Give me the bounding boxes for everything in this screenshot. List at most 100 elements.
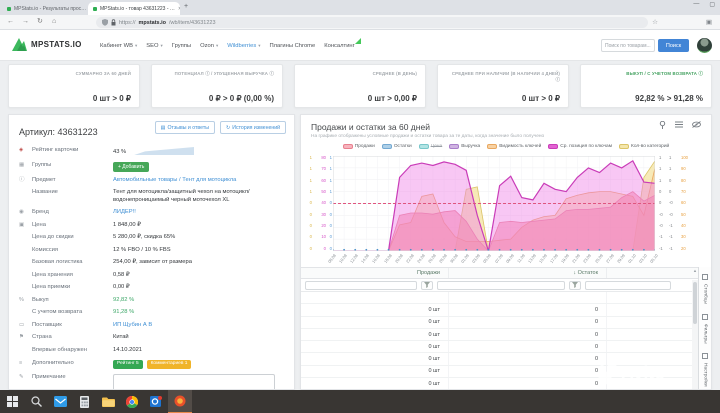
nav-item-1[interactable]: SEO ▾ [146, 43, 163, 49]
legend-label: Ср. позиция по ключам [560, 144, 613, 149]
browser-tab-results[interactable]: MPStats.io - Результаты прос… ✕ [2, 2, 86, 15]
axis-tick: 0 [329, 234, 332, 240]
new-tab-button[interactable]: + [184, 3, 188, 10]
column-header-1[interactable]: ↓ Остаток [449, 268, 607, 278]
maximize-icon[interactable]: ▢ [709, 1, 715, 8]
mail-taskbar-icon[interactable] [48, 390, 72, 413]
attr-row-0: ◈ Рейтинг карточки 43 % [9, 144, 294, 159]
tab-close-icon[interactable]: ✕ [178, 6, 180, 12]
note-textarea[interactable] [113, 373, 275, 389]
extension-icon[interactable]: ▣ [706, 18, 712, 26]
start-taskbar-icon[interactable] [0, 390, 24, 413]
attr-value [113, 373, 284, 389]
table-row: 0 шт 0 [301, 316, 699, 329]
nav-item-5[interactable]: Плагины Chrome [270, 43, 316, 49]
pin-icon[interactable] [659, 121, 666, 129]
forward-icon[interactable]: → [22, 18, 29, 25]
product-search-input[interactable]: Поиск по товарам... [601, 39, 655, 52]
attr-value: 0,00 ₽ [113, 284, 130, 291]
chrome-taskbar-icon[interactable] [120, 390, 144, 413]
article-title: Артикул: 43631223 [19, 127, 98, 137]
attr-label: Впервые обнаружен [32, 346, 87, 353]
attr-value[interactable]: ИП Щубин А В [113, 322, 284, 330]
filter-input-2[interactable] [585, 280, 671, 290]
avatar[interactable] [697, 38, 712, 53]
filter-input-1[interactable] [437, 280, 565, 290]
axis-tick: 90 [681, 166, 686, 172]
axis-tick: 40 [681, 223, 686, 229]
screen: MPStats.io - Результаты прос… ✕ MPStats.… [0, 0, 720, 413]
eye-off-icon[interactable] [692, 121, 701, 128]
address-bar[interactable]: https://mpstats.io/wb/item/43631223 [96, 17, 648, 28]
table-cell: 0 шт [301, 341, 449, 353]
attr-row-15: Впервые обнаружен 14.10.2021 [9, 344, 294, 357]
legend-item-1[interactable]: Остатки [381, 144, 412, 149]
history-button[interactable]: ↻ История изменений [219, 121, 286, 134]
item-attributes: ◈ Рейтинг карточки 43 % ▦ Группы + Добавить ⓘ П… [9, 144, 294, 389]
table-cell: 0 [449, 328, 607, 341]
tab-title: MPStats.io - товар 43631223 - … [100, 5, 175, 12]
nav-item-3[interactable]: Ozon ▾ [200, 43, 218, 49]
legend-item-5[interactable]: Ср. позиция по ключам [548, 144, 612, 149]
legend-label: Остатки [393, 144, 412, 149]
mpstats-logo[interactable]: MPSTATS.IO [12, 38, 82, 51]
search-taskbar-icon[interactable] [24, 390, 48, 413]
summary-card-0: СУММАРНО ЗА 60 ДНЕЙ 0 шт > 0 ₽ [8, 64, 140, 108]
attr-row-14: ⚑ Страна Китай [9, 331, 294, 344]
side-tab-2[interactable]: Настройки [702, 353, 708, 387]
taskbar [0, 390, 720, 413]
axis-tick: 0 [329, 245, 332, 251]
reviews-button[interactable]: ▤ Отзывы и ответы [154, 121, 215, 134]
axis-tick: 0 [309, 211, 312, 217]
attr-value: 1 848,00 ₽ [113, 221, 141, 228]
legend-item-4[interactable]: Видимость ключей [487, 144, 541, 149]
attr-label: Базовая логистика [32, 259, 83, 266]
attr-value[interactable]: ЛИДЕР!! [113, 209, 284, 217]
nav-item-label: Плагины Chrome [269, 42, 316, 49]
bookmark-star-icon[interactable]: ☆ [652, 18, 658, 26]
column-header-0[interactable]: Продажи [301, 268, 449, 278]
legend-item-3[interactable]: Выручка [449, 144, 480, 149]
column-header-2[interactable] [607, 268, 699, 278]
filter-funnel-icon[interactable] [569, 280, 581, 290]
card-label: СРЕДНЕЕ ПРИ НАЛИЧИИ (В НАЛИЧИИ 4 ДНЕЙ) ⓘ [451, 71, 560, 82]
attr-value[interactable]: Автомобильные товары / Тент для мотоцикл… [113, 177, 284, 185]
attr-value: 43 % [113, 147, 284, 157]
home-icon[interactable]: ⌂ [52, 18, 56, 25]
rating-icon: ◈ [19, 147, 24, 153]
legend-item-6[interactable]: Кол-во категорий [619, 144, 669, 149]
nav-item-4[interactable]: Wildberries ▾ [227, 43, 260, 49]
nav-item-6[interactable]: Консалтинг [324, 37, 361, 49]
history-icon: ↻ [225, 124, 231, 131]
axis-tick: 0 [329, 200, 332, 206]
legend-item-0[interactable]: Продажи [342, 144, 375, 149]
calculator-taskbar-icon[interactable] [72, 390, 96, 413]
legend-label: Цена [430, 144, 443, 149]
grid-side-tabs: Столбцы Фильтры Настройки [698, 267, 711, 389]
list-icon[interactable] [675, 121, 683, 128]
logo-icon [12, 38, 27, 51]
attr-label: Рейтинг карточки [32, 147, 79, 153]
axis-tick: 20 [321, 223, 326, 229]
filter-funnel-icon[interactable] [421, 280, 433, 290]
legend-item-2[interactable]: Цена [418, 144, 443, 149]
rating-value: 43 % [113, 149, 127, 155]
minimize-icon[interactable]: — [693, 1, 699, 8]
side-tab-1[interactable]: Фильтры [702, 314, 708, 344]
browser-tab-item[interactable]: MPStats.io - товар 43631223 - … ✕ [88, 2, 180, 15]
browser-active-taskbar-icon[interactable] [168, 390, 192, 413]
back-icon[interactable]: ← [7, 18, 14, 25]
file-explorer-taskbar-icon[interactable] [96, 390, 120, 413]
chevron-down-icon: ▾ [215, 42, 219, 48]
nav-item-2[interactable]: Группы [172, 43, 191, 49]
attr-label: Цена до скидки [32, 234, 74, 241]
add-group-button[interactable]: + Добавить [113, 161, 150, 172]
side-tab-0[interactable]: Столбцы [702, 274, 708, 304]
outlook-taskbar-icon[interactable] [144, 390, 168, 413]
table-cell: 0 шт [301, 316, 449, 328]
search-button[interactable]: Поиск [658, 39, 689, 52]
reload-icon[interactable]: ↻ [37, 18, 43, 25]
filter-input-0[interactable] [305, 280, 417, 290]
nav-item-0[interactable]: Кабинет WB ▾ [100, 43, 137, 49]
legend-swatch [619, 144, 630, 149]
